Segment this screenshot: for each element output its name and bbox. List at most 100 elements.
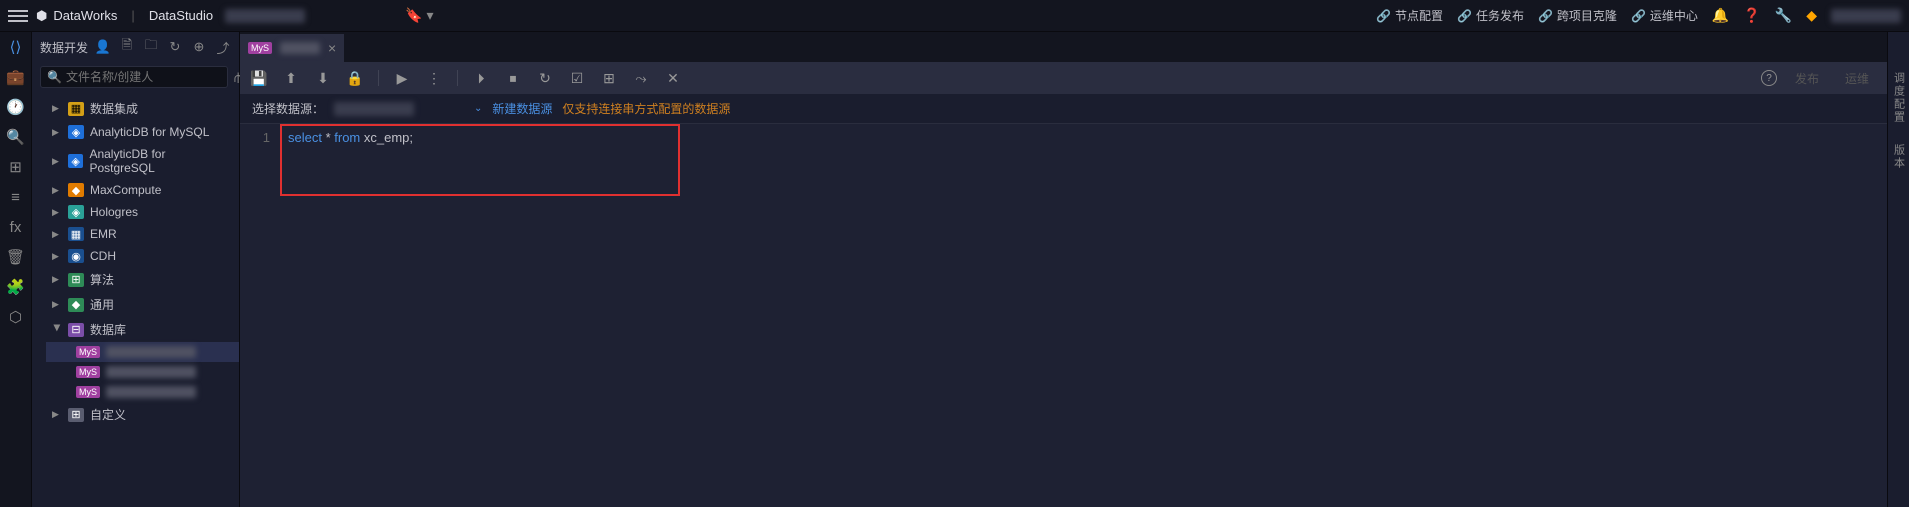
- db-icon: ⊞: [68, 273, 84, 287]
- tree-item-database[interactable]: ▶⊟数据库: [32, 317, 239, 342]
- tree-item-hologres[interactable]: ▶◈Hologres: [32, 201, 239, 223]
- locate-icon[interactable]: ⊕: [191, 39, 207, 55]
- deploy-icon[interactable]: ⤳: [632, 69, 650, 87]
- brand: ⬢ DataWorks | DataStudio: [36, 8, 213, 24]
- run-icon[interactable]: ▶: [393, 69, 411, 87]
- sidebar-tools: 👤 🗎 🗀 ↻ ⊕ ⤴: [95, 39, 231, 55]
- product-name: DataStudio: [149, 8, 213, 23]
- format-icon[interactable]: ⊞: [600, 69, 618, 87]
- settings-icon[interactable]: ✕: [664, 69, 682, 87]
- tree-children: MyS MyS MyS: [32, 342, 239, 402]
- datasource-value: [334, 102, 414, 116]
- line-number: 1: [240, 130, 270, 145]
- tab-bar: MyS ×: [240, 32, 1887, 62]
- editor-tab[interactable]: MyS ×: [240, 34, 345, 62]
- tree-item-adb-mysql[interactable]: ▶◈AnalyticDB for MySQL: [32, 121, 239, 143]
- chevron-down-icon: ⌄: [474, 103, 482, 114]
- bell-icon[interactable]: 🔔: [1712, 7, 1729, 24]
- logo-icon: ⬢: [36, 8, 47, 24]
- search-icon: 🔍: [47, 70, 62, 84]
- main-layout: ⟨⟩ 💼 🕐 🔍 ⊞ ≡ fx 🗑 🧩 ⬡ 数据开发 👤 🗎 🗀 ↻ ⊕ ⤴ 🔍: [0, 32, 1909, 507]
- db-icon: ▦: [68, 227, 84, 241]
- link-ops-center[interactable]: 🔗运维中心: [1631, 7, 1698, 24]
- refresh-icon[interactable]: ↻: [167, 39, 183, 55]
- code-editor[interactable]: 1 select * from xc_emp;: [240, 124, 1887, 507]
- editor-toolbar: 💾 ⬆ ⬇ 🔒 ▶ ⋮ ⏵ ⏹ ↻ ☑ ⊞ ⤳ ✕ ? 发布 运维: [240, 62, 1887, 94]
- tab-title: [280, 42, 320, 54]
- diamond-icon[interactable]: ◆: [1806, 7, 1817, 24]
- help-icon[interactable]: ❓: [1743, 7, 1760, 24]
- menu-icon[interactable]: [8, 6, 28, 26]
- tree-leaf[interactable]: MyS: [46, 362, 239, 382]
- bookmark-icon[interactable]: 🔖 ▾: [405, 7, 433, 24]
- rail-puzzle-icon[interactable]: 🧩: [7, 278, 25, 296]
- tree-item-emr[interactable]: ▶▦EMR: [32, 223, 239, 245]
- link-node-config[interactable]: 🔗节点配置: [1376, 7, 1443, 24]
- brand-name: DataWorks: [53, 8, 117, 23]
- help-icon[interactable]: ?: [1761, 70, 1777, 86]
- rail-version[interactable]: 版本: [1891, 144, 1907, 170]
- toolbar-right: ? 发布 运维: [1761, 68, 1877, 89]
- rail-clock-icon[interactable]: 🕐: [7, 98, 25, 116]
- tree-leaf[interactable]: MyS: [46, 382, 239, 402]
- ops-button[interactable]: 运维: [1837, 68, 1877, 89]
- more-icon[interactable]: ⋮: [425, 69, 443, 87]
- tree-item-custom[interactable]: ▶⊞自定义: [32, 402, 239, 427]
- tree-item-general[interactable]: ▶◆通用: [32, 292, 239, 317]
- tree-item-maxcompute[interactable]: ▶◆MaxCompute: [32, 179, 239, 201]
- code-area[interactable]: select * from xc_emp;: [280, 124, 1887, 507]
- rail-cube-icon[interactable]: ⬡: [7, 308, 25, 326]
- datasource-hint: 仅支持连接串方式配置的数据源: [562, 100, 730, 117]
- search-box[interactable]: 🔍: [40, 66, 228, 88]
- search-input[interactable]: [66, 70, 221, 84]
- rail-code-icon[interactable]: ⟨⟩: [7, 38, 25, 56]
- close-icon[interactable]: ×: [328, 40, 336, 56]
- rail-table-icon[interactable]: ⊞: [7, 158, 25, 176]
- reload-icon[interactable]: ↻: [536, 69, 554, 87]
- tree-leaf[interactable]: MyS: [46, 342, 239, 362]
- rail-stats-icon[interactable]: ≡: [7, 188, 25, 206]
- rail-search-icon[interactable]: 🔍: [7, 128, 25, 146]
- save-icon[interactable]: 💾: [250, 69, 268, 87]
- code-line: select * from xc_emp;: [288, 130, 1887, 145]
- rail-schedule-config[interactable]: 调度配置: [1891, 72, 1907, 124]
- wrench-icon[interactable]: 🔧: [1775, 7, 1792, 24]
- submit-unlock-icon[interactable]: ⬇: [314, 69, 332, 87]
- leaf-name: [106, 346, 196, 358]
- datasource-select[interactable]: ⌄: [334, 102, 482, 116]
- search-row: 🔍 ⫛: [32, 62, 239, 92]
- sidebar-header: 数据开发 👤 🗎 🗀 ↻ ⊕ ⤴: [32, 32, 239, 62]
- link-cross-project[interactable]: 🔗跨项目克隆: [1538, 7, 1617, 24]
- rail-fx-icon[interactable]: fx: [7, 218, 25, 236]
- mysql-badge: MyS: [248, 42, 272, 54]
- run-smoke-icon[interactable]: ⏵: [472, 69, 490, 87]
- sidebar-title: 数据开发: [40, 39, 88, 56]
- db-icon: ◈: [68, 205, 84, 219]
- check-icon[interactable]: ☑: [568, 69, 586, 87]
- header-right: 🔗节点配置 🔗任务发布 🔗跨项目克隆 🔗运维中心 🔔 ❓ 🔧 ◆: [1376, 7, 1901, 24]
- datasource-bar: 选择数据源： ⌄ 新建数据源 仅支持连接串方式配置的数据源: [240, 94, 1887, 124]
- tree-item-cdh[interactable]: ▶◉CDH: [32, 245, 239, 267]
- tree-item-algo[interactable]: ▶⊞算法: [32, 267, 239, 292]
- tree-item-adb-pg[interactable]: ▶◈AnalyticDB for PostgreSQL: [32, 143, 239, 179]
- link-task-publish[interactable]: 🔗任务发布: [1457, 7, 1524, 24]
- publish-button[interactable]: 发布: [1787, 68, 1827, 89]
- new-file-icon[interactable]: 🗎: [119, 39, 135, 55]
- db-icon: ◆: [68, 183, 84, 197]
- datasource-label: 选择数据源：: [252, 100, 324, 117]
- rail-briefcase-icon[interactable]: 💼: [7, 68, 25, 86]
- rail-trash-icon[interactable]: 🗑: [7, 248, 25, 266]
- user-menu[interactable]: [1831, 9, 1901, 23]
- workspace-name[interactable]: [225, 9, 305, 23]
- mysql-badge: MyS: [76, 366, 100, 378]
- tree-item-integration[interactable]: ▶▦数据集成: [32, 96, 239, 121]
- user-icon[interactable]: 👤: [95, 39, 111, 55]
- new-datasource-link[interactable]: 新建数据源: [492, 100, 552, 117]
- lock-icon[interactable]: 🔒: [346, 69, 364, 87]
- stop-icon[interactable]: ⏹: [504, 69, 522, 87]
- new-folder-icon[interactable]: 🗀: [143, 39, 159, 55]
- submit-icon[interactable]: ⬆: [282, 69, 300, 87]
- separator: [457, 70, 458, 86]
- db-icon: ◆: [68, 298, 84, 312]
- import-icon[interactable]: ⤴: [215, 39, 231, 55]
